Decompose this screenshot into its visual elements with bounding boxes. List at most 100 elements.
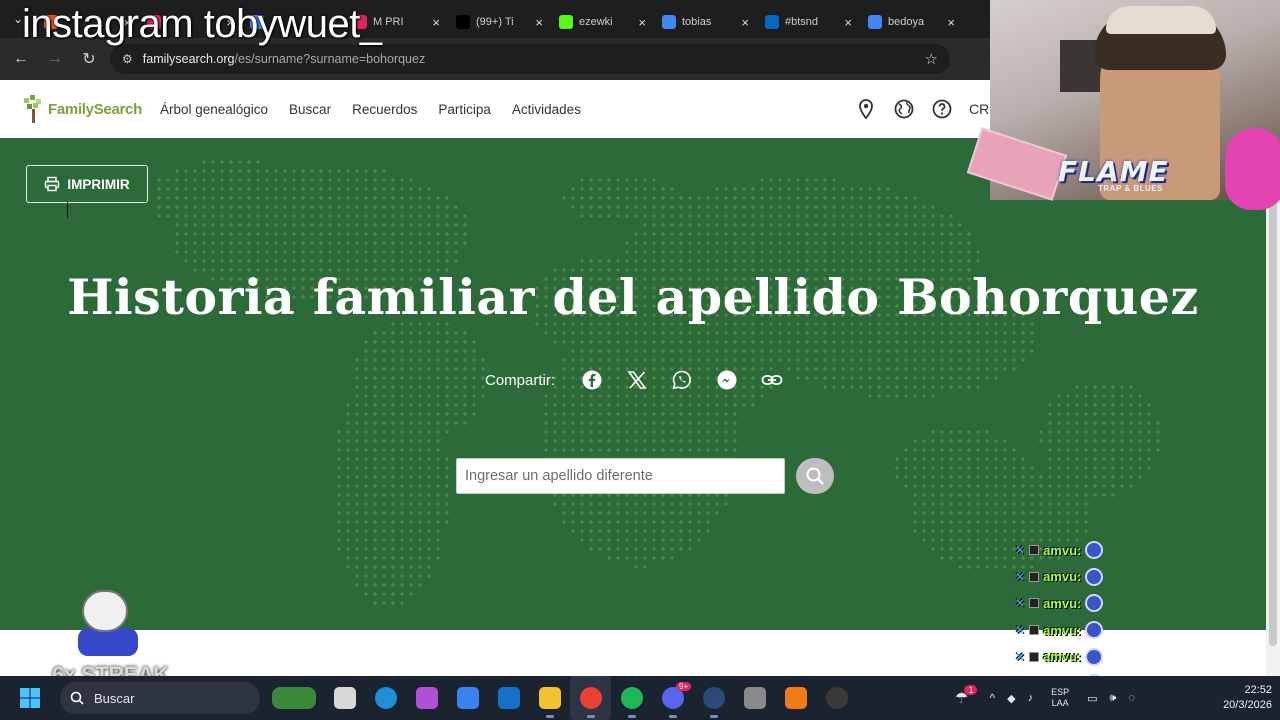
tab-close-icon[interactable]: × <box>844 15 852 30</box>
reload-button[interactable]: ↻ <box>72 42 106 76</box>
print-button[interactable]: IMPRIMIR <box>26 165 148 203</box>
nav-buscar[interactable]: Buscar <box>289 102 331 117</box>
spotify-icon <box>620 687 643 709</box>
tab-title: (99+) Ti <box>476 16 514 28</box>
browser-tab[interactable]: (99+) Ti × <box>448 7 551 37</box>
tray-app-icon[interactable]: ◆ <box>1007 692 1015 705</box>
bookmark-star-icon[interactable]: ☆ <box>925 50 938 68</box>
volume-icon[interactable]: 🕪 <box>1109 692 1116 705</box>
edge-icon <box>374 687 397 709</box>
facebook-icon[interactable] <box>569 365 614 395</box>
running-indicator <box>586 715 595 718</box>
chat-emote-icon <box>1085 594 1104 613</box>
address-bar[interactable]: ⚙ familysearch.org/es/surname?surname=bo… <box>110 44 950 74</box>
browser-tab[interactable]: bedoya × <box>860 7 963 37</box>
nav-actividades[interactable]: Actividades <box>512 102 581 117</box>
browser-tab[interactable]: tobias × <box>654 7 757 37</box>
input-language[interactable]: ESP LAA <box>1045 687 1075 709</box>
user-avatar-icon <box>1029 545 1040 556</box>
chat-message: ✕ amvu: <box>1015 643 1145 670</box>
taskbar-app-widgets[interactable] <box>264 676 324 720</box>
chat-username: amvu: <box>1043 542 1082 558</box>
taskbar-app-obs[interactable] <box>816 676 857 720</box>
tray-overflow-icon[interactable]: ^ <box>989 691 995 705</box>
notification-icon[interactable]: ◌ <box>1128 692 1135 704</box>
tab-favicon-icon <box>662 15 676 29</box>
chat-message: ✕ amvu: <box>1015 537 1145 564</box>
copilot-icon <box>415 687 438 709</box>
share-label: Compartir: <box>485 371 556 389</box>
taskbar-search-label: Buscar <box>94 690 135 706</box>
tab-close-icon[interactable]: × <box>432 15 440 30</box>
tab-close-icon[interactable]: × <box>741 15 749 30</box>
tab-close-icon[interactable]: × <box>535 15 543 30</box>
tab-close-icon[interactable]: × <box>638 15 646 30</box>
nav-participa[interactable]: Participa <box>438 102 491 117</box>
printer-icon <box>45 176 60 192</box>
obs-icon <box>825 687 848 709</box>
taskbar-app-settings[interactable] <box>734 676 775 720</box>
browser-tab[interactable]: #btsnd × <box>757 7 860 37</box>
x-icon[interactable] <box>614 365 659 395</box>
taskbar-app-store[interactable] <box>447 676 488 720</box>
taskbar-app-steam[interactable] <box>693 676 734 720</box>
forward-button[interactable]: → <box>38 42 72 76</box>
link-icon[interactable] <box>749 365 794 395</box>
chat-emote-icon <box>1085 621 1104 640</box>
back-button[interactable]: ← <box>4 42 38 76</box>
taskbar-app-spotify[interactable] <box>611 676 652 720</box>
tab-favicon-icon <box>456 15 470 29</box>
url-host: familysearch.org <box>142 52 235 66</box>
taskbar-app-file-explorer-blank[interactable] <box>324 676 365 720</box>
whatsapp-icon[interactable] <box>659 365 704 395</box>
lang-code: ESP <box>1051 687 1070 697</box>
taskbar-app-folder[interactable] <box>529 676 570 720</box>
taskbar-app-copilot[interactable] <box>406 676 447 720</box>
microphone-icon[interactable]: ♪ <box>1028 692 1034 704</box>
tab-title: bedoya <box>888 16 925 28</box>
settings-icon <box>743 687 766 709</box>
tab-favicon-icon <box>559 15 573 29</box>
text-cursor <box>67 202 68 218</box>
globe-icon[interactable] <box>893 98 915 120</box>
nav-recuerdos[interactable]: Recuerdos <box>352 102 417 117</box>
taskbar-app-edge[interactable] <box>365 676 406 720</box>
taskbar-search[interactable]: Buscar <box>60 682 260 714</box>
network-icon[interactable]: ▭ <box>1087 692 1097 705</box>
search-submit-button[interactable] <box>796 458 834 494</box>
site-info-icon[interactable]: ⚙ <box>122 52 133 66</box>
messenger-icon[interactable] <box>704 365 749 395</box>
sword-badge-icon: ✕ <box>1015 569 1026 584</box>
tray-badge: 1 <box>964 685 978 695</box>
chat-emote-icon <box>1085 567 1104 586</box>
outlook-icon <box>497 687 520 709</box>
nav-arbol[interactable]: Árbol genealógico <box>160 102 268 117</box>
screen: { "overlay": { "text": "instagram tobywu… <box>0 0 1280 720</box>
running-indicator <box>545 715 554 718</box>
store-icon <box>456 687 479 709</box>
taskbar-clock[interactable]: 22:52 20/3/2026 <box>1198 683 1272 713</box>
widgets-icon <box>272 687 316 709</box>
start-button[interactable] <box>0 676 60 720</box>
familysearch-logo[interactable]: FamilySearch <box>22 94 142 124</box>
taskbar-apps: 9+ <box>264 676 857 720</box>
steam-icon <box>702 687 725 709</box>
taskbar-app-chrome[interactable] <box>570 676 611 720</box>
tab-close-icon[interactable]: × <box>947 15 955 30</box>
location-pin-icon[interactable] <box>855 98 877 120</box>
sword-badge-icon: ✕ <box>1015 623 1026 638</box>
browser-tab[interactable]: ezewki × <box>551 7 654 37</box>
taskbar-app-outlook[interactable] <box>488 676 529 720</box>
surname-search-input[interactable] <box>465 468 784 484</box>
streak-widget: 6x STREAK <box>52 588 182 688</box>
chat-message: ✕ amvu: <box>1015 617 1145 644</box>
taskbar-app-fl-studio[interactable] <box>775 676 816 720</box>
user-avatar-icon <box>1029 651 1040 662</box>
surname-search-field[interactable] <box>456 458 785 494</box>
chat-emote-icon <box>1085 647 1104 666</box>
streamer-hat <box>1106 6 1216 34</box>
help-icon[interactable] <box>931 98 953 120</box>
windows-logo-icon <box>20 688 40 708</box>
chat-username: amvu: <box>1043 595 1082 611</box>
taskbar-app-discord[interactable]: 9+ <box>652 676 693 720</box>
